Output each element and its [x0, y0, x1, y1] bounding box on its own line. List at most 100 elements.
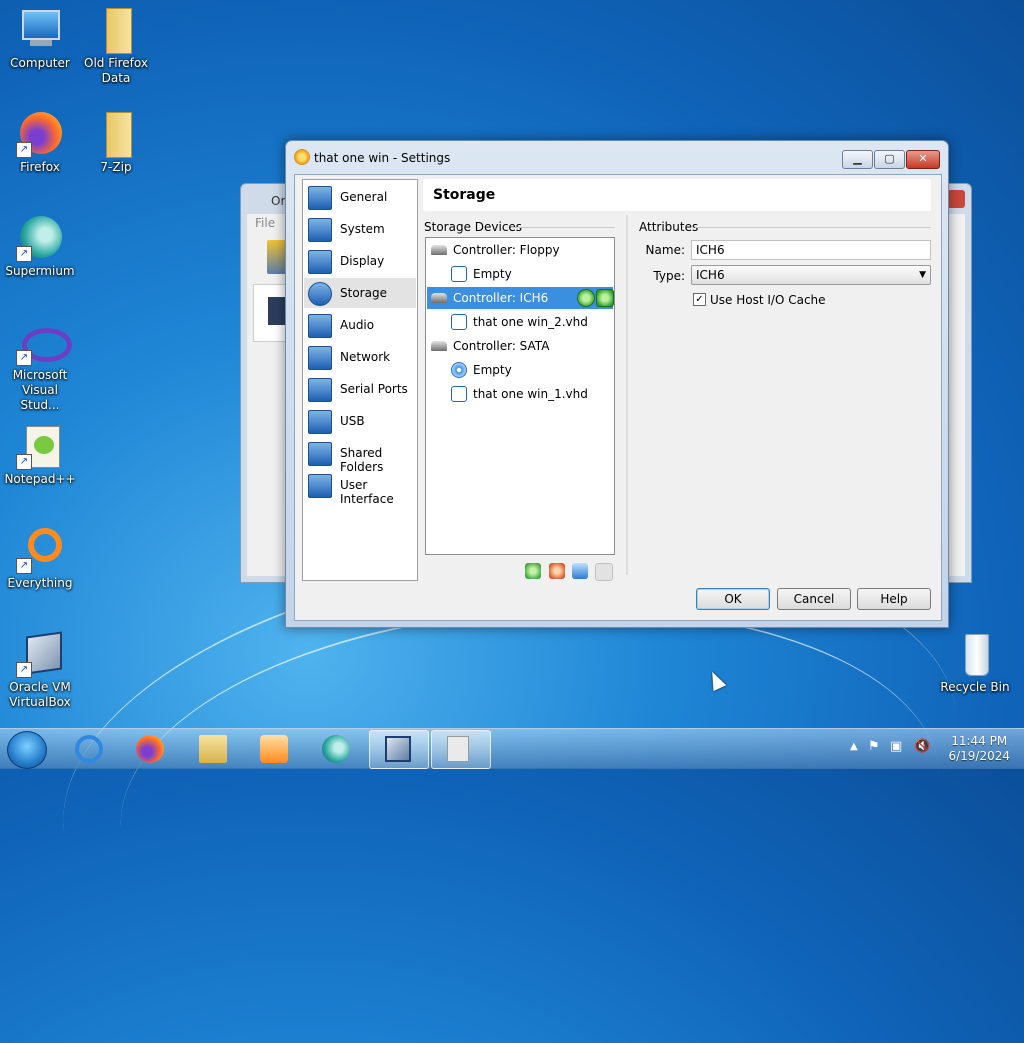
taskbar-virtualbox[interactable] — [369, 730, 429, 769]
cancel-button[interactable]: Cancel — [777, 588, 851, 610]
desktop-icon-notepadpp[interactable]: ↗ Notepad++ — [2, 422, 78, 487]
desktop-icon-supermium[interactable]: ↗ Supermium — [2, 214, 78, 279]
add-optical-drive-icon[interactable] — [577, 289, 595, 307]
menu-file[interactable]: File — [255, 216, 275, 230]
taskbar-ie[interactable] — [60, 730, 118, 767]
chevron-down-icon: ▼ — [919, 270, 926, 280]
remove-attachment-icon[interactable] — [595, 563, 613, 581]
category-user-interface[interactable]: User Interface — [304, 470, 416, 506]
network-icon[interactable]: ▣ — [890, 739, 902, 754]
category-serial-ports[interactable]: Serial Ports — [304, 374, 416, 404]
firefox-icon — [136, 735, 164, 763]
category-general[interactable]: General — [304, 182, 416, 212]
settings-dialog[interactable]: that one win - Settings ▁ ▢ ✕ General Sy… — [285, 140, 949, 628]
help-button[interactable]: Help — [857, 588, 931, 610]
desktop-icon-virtualbox[interactable]: ↗ Oracle VM VirtualBox — [2, 630, 78, 710]
tree-item-floppy-empty[interactable]: Empty — [427, 263, 613, 285]
desktop-icon-firefox[interactable]: ↗ Firefox — [2, 110, 78, 175]
taskbar-explorer[interactable] — [184, 730, 242, 767]
controller-name-field[interactable]: ICH6 — [691, 240, 931, 260]
category-label: Audio — [340, 318, 375, 332]
category-label: Storage — [340, 286, 387, 300]
name-label: Name: — [645, 243, 685, 257]
hard-disk-icon — [451, 314, 467, 330]
start-button[interactable] — [7, 731, 47, 769]
page-title: Storage — [433, 187, 496, 203]
shortcut-arrow-icon: ↗ — [16, 662, 32, 678]
taskbar: ▲ ⚑ ▣ 🔇 11:44 PM 6/19/2024 — [0, 728, 1024, 769]
host-io-cache-label[interactable]: Use Host I/O Cache — [710, 293, 826, 307]
storage-devices-label: Storage Devices — [424, 220, 523, 234]
tree-item-sata-empty[interactable]: Empty — [427, 359, 613, 381]
usb-icon — [308, 410, 332, 434]
controller-type-select[interactable]: ICH6 ▼ — [691, 265, 931, 285]
desktop-icon-recycle-bin[interactable]: Recycle Bin — [937, 630, 1013, 695]
taskbar-media-player[interactable] — [245, 730, 303, 767]
desktop-icon-label: Notepad++ — [4, 472, 76, 486]
storage-tree[interactable]: Controller: Floppy Empty Controller: ICH… — [425, 237, 615, 555]
category-label: Network — [340, 350, 391, 364]
host-io-cache-checkbox[interactable]: ✓ — [693, 293, 706, 306]
add-hard-disk-icon[interactable] — [596, 289, 614, 307]
tree-item-controller-floppy[interactable]: Controller: Floppy — [427, 239, 613, 261]
media-player-icon — [260, 735, 288, 763]
visual-studio-icon: ↗ — [16, 318, 72, 366]
ok-button[interactable]: OK — [696, 588, 770, 610]
clock[interactable]: 11:44 PM 6/19/2024 — [948, 734, 1010, 764]
desktop-icon-computer[interactable]: Computer — [2, 6, 78, 71]
controller-icon — [431, 293, 447, 303]
taskbar-supermium[interactable] — [307, 730, 365, 767]
tree-item-controller-ich6[interactable]: Controller: ICH6 — [427, 287, 614, 309]
add-attachment-icon[interactable] — [572, 563, 588, 579]
speaker-icon — [308, 314, 332, 338]
supermium-icon — [322, 735, 350, 763]
category-audio[interactable]: Audio — [304, 310, 416, 340]
desktop-icon-label: 7-Zip — [100, 160, 132, 174]
close-button[interactable]: ✕ — [906, 150, 940, 169]
desktop-icon-label: Firefox — [20, 160, 60, 174]
show-hidden-icons-icon[interactable]: ▲ — [850, 741, 858, 752]
minimize-button[interactable]: ▁ — [842, 150, 873, 169]
tree-item-sata-disk[interactable]: that one win_1.vhd — [427, 383, 613, 405]
maximize-button[interactable]: ▢ — [874, 150, 905, 169]
category-system[interactable]: System — [304, 214, 416, 244]
desktop-icon-everything[interactable]: ↗ Everything — [2, 526, 78, 591]
folder-icon — [92, 110, 140, 158]
storage-disk-icon — [308, 282, 332, 306]
tree-item-ich6-disk[interactable]: that one win_2.vhd — [427, 311, 613, 333]
category-network[interactable]: Network — [304, 342, 416, 372]
category-usb[interactable]: USB — [304, 406, 416, 436]
category-storage[interactable]: Storage — [304, 278, 416, 308]
category-shared-folders[interactable]: Shared Folders — [304, 438, 416, 474]
tree-item-label: Empty — [473, 267, 512, 281]
page-header: Storage — [423, 179, 931, 211]
category-display[interactable]: Display — [304, 246, 416, 276]
desktop-icon-old-firefox-data[interactable]: Old Firefox Data — [78, 6, 154, 86]
desktop-icon-visual-studio[interactable]: ↗ Microsoft Visual Stud... — [2, 318, 78, 413]
shortcut-arrow-icon: ↗ — [16, 350, 32, 366]
firefox-icon: ↗ — [16, 110, 64, 158]
taskbar-firefox[interactable] — [121, 730, 179, 767]
action-center-flag-icon[interactable]: ⚑ — [868, 739, 880, 754]
computer-icon — [16, 6, 64, 54]
display-icon — [308, 250, 332, 274]
attributes-label: Attributes — [639, 220, 699, 234]
folder-icon — [92, 6, 140, 54]
clock-time: 11:44 PM — [951, 734, 1008, 748]
taskbar-vm-settings[interactable] — [431, 730, 491, 769]
settings-category-list: General System Display Storage Audio Net… — [302, 179, 418, 581]
supermium-icon: ↗ — [16, 214, 64, 262]
tree-item-label: Controller: Floppy — [453, 243, 560, 257]
tree-item-controller-sata[interactable]: Controller: SATA — [427, 335, 613, 357]
category-label: User Interface — [340, 478, 394, 506]
add-controller-icon[interactable] — [525, 563, 541, 579]
remove-controller-icon[interactable] — [549, 563, 565, 579]
category-label: Display — [340, 254, 385, 268]
network-icon — [308, 346, 332, 370]
volume-muted-icon[interactable]: 🔇 — [914, 739, 930, 754]
desktop-icon-label: Recycle Bin — [940, 680, 1010, 694]
system-tray: ▲ ⚑ ▣ 🔇 11:44 PM 6/19/2024 — [844, 729, 1024, 769]
desktop-icon-7zip[interactable]: 7-Zip — [78, 110, 154, 175]
type-label: Type: — [653, 269, 685, 283]
clock-date: 6/19/2024 — [948, 749, 1010, 763]
